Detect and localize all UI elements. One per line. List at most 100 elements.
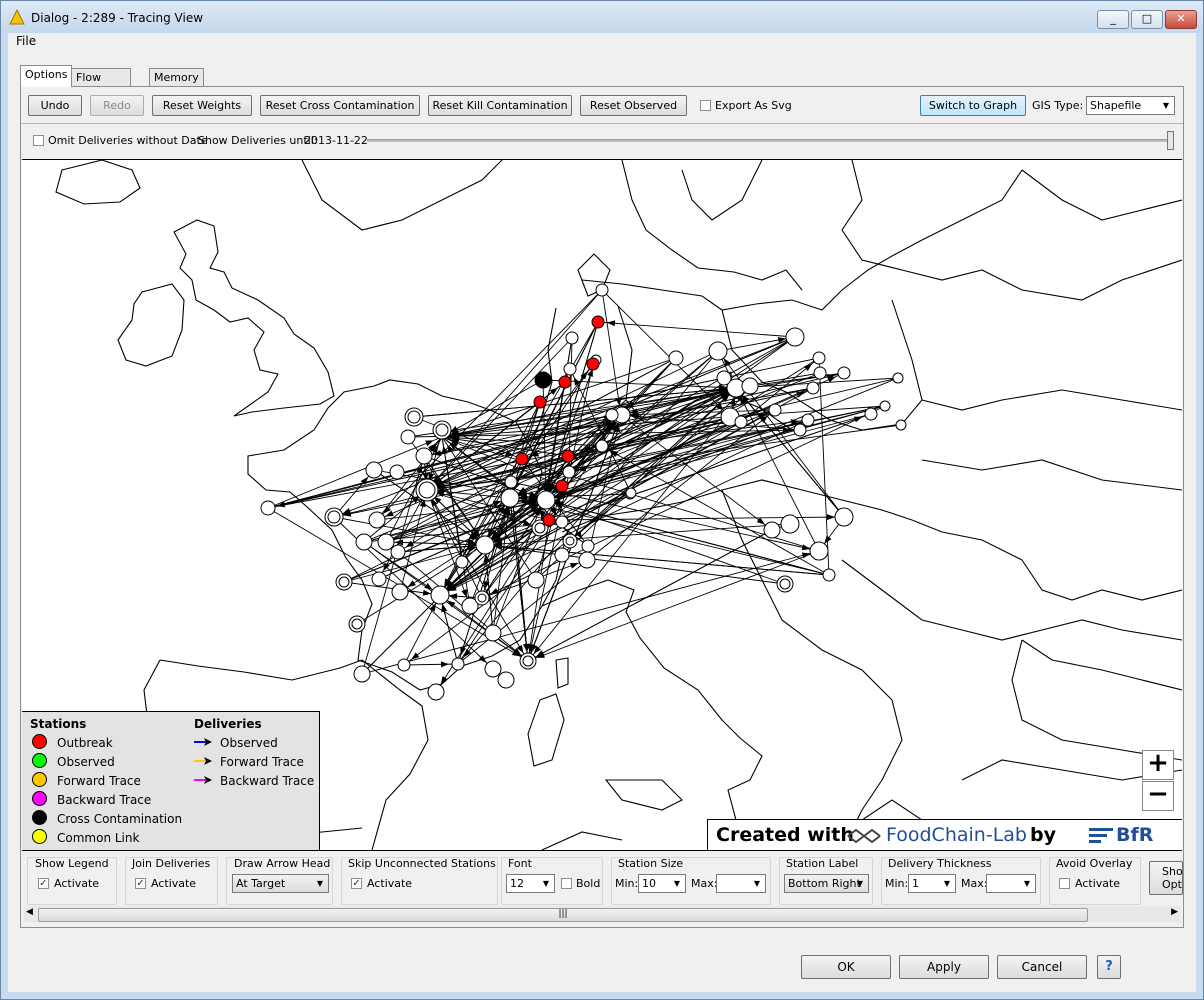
station-node[interactable]	[558, 375, 572, 389]
tab-flow-variables[interactable]: Flow Variables	[71, 68, 132, 101]
station-node[interactable]	[497, 671, 515, 689]
station-node[interactable]	[822, 568, 836, 582]
station-node[interactable]	[536, 490, 556, 510]
station-node[interactable]	[578, 551, 596, 569]
station-node[interactable]	[561, 449, 575, 463]
station-node[interactable]	[371, 571, 387, 587]
station-node[interactable]	[484, 624, 502, 642]
undo-button[interactable]: Undo	[28, 95, 82, 116]
station-node[interactable]	[542, 513, 556, 527]
minimize-button[interactable]: _	[1097, 10, 1129, 29]
station-node[interactable]	[563, 362, 577, 376]
menu-file[interactable]: File	[16, 34, 36, 48]
station-node[interactable]	[813, 366, 827, 380]
show-legend-checkbox[interactable]: ✓	[38, 878, 49, 889]
station-node[interactable]	[554, 547, 570, 563]
font-size-select[interactable]: 12 ▼	[506, 874, 555, 893]
station-node[interactable]	[391, 583, 409, 601]
station-node[interactable]	[427, 683, 445, 701]
zoom-out-button[interactable]: −	[1142, 781, 1174, 811]
station-node[interactable]	[806, 381, 820, 395]
station-node[interactable]	[455, 555, 469, 569]
station-node[interactable]	[780, 514, 800, 534]
station-node[interactable]	[793, 423, 807, 437]
close-button[interactable]: ✕	[1165, 10, 1197, 29]
station-node[interactable]	[668, 350, 684, 366]
draw-arrow-head-select[interactable]: At Target ▼	[232, 874, 329, 893]
station-node[interactable]	[377, 533, 395, 551]
station-label-select[interactable]: Bottom Right ▼	[784, 874, 869, 893]
station-node[interactable]	[625, 487, 637, 499]
station-node[interactable]	[591, 315, 605, 329]
scroll-right-icon[interactable]: ▶	[1171, 907, 1178, 917]
station-node[interactable]	[812, 351, 826, 365]
switch-to-graph-button[interactable]: Switch to Graph	[920, 95, 1026, 116]
tab-options[interactable]: Options	[20, 65, 73, 87]
station-node[interactable]	[768, 403, 782, 417]
station-node[interactable]	[586, 357, 600, 371]
date-slider-thumb[interactable]	[1167, 131, 1174, 150]
station-node[interactable]	[605, 408, 619, 422]
avoid-overlay-checkbox[interactable]	[1059, 878, 1070, 889]
station-node[interactable]	[837, 366, 851, 380]
station-node[interactable]	[741, 377, 759, 395]
reset-cross-contamination-button[interactable]: Reset Cross Contamination	[260, 95, 420, 116]
station-node[interactable]	[763, 521, 781, 539]
station-size-max-select[interactable]: ▼	[716, 874, 766, 893]
date-slider-track[interactable]	[367, 139, 1173, 142]
ok-button[interactable]: OK	[801, 955, 891, 979]
station-node[interactable]	[389, 464, 405, 480]
horizontal-scrollbar[interactable]: ◀ ||| ▶	[24, 906, 1180, 922]
join-deliveries-checkbox[interactable]: ✓	[135, 878, 146, 889]
gis-type-select[interactable]: Shapefile ▼	[1086, 96, 1175, 115]
station-node[interactable]	[355, 533, 373, 551]
station-node[interactable]	[534, 371, 552, 389]
skip-unconnected-checkbox[interactable]: ✓	[351, 878, 362, 889]
omit-deliveries-checkbox[interactable]	[33, 135, 44, 146]
station-node[interactable]	[533, 395, 547, 409]
cancel-button[interactable]: Cancel	[997, 955, 1087, 979]
station-node[interactable]	[895, 419, 907, 431]
station-node[interactable]	[809, 541, 829, 561]
station-node[interactable]	[504, 475, 518, 489]
station-node[interactable]	[475, 535, 495, 555]
station-node[interactable]	[500, 488, 520, 508]
station-node[interactable]	[716, 370, 732, 386]
station-node[interactable]	[708, 341, 728, 361]
maximize-button[interactable]: □	[1131, 10, 1163, 29]
station-node[interactable]	[430, 585, 450, 605]
scroll-left-icon[interactable]: ◀	[26, 907, 33, 917]
apply-button[interactable]: Apply	[899, 955, 989, 979]
station-node[interactable]	[801, 413, 815, 427]
station-node[interactable]	[260, 500, 276, 516]
station-node[interactable]	[834, 507, 854, 527]
reset-weights-button[interactable]: Reset Weights	[152, 95, 252, 116]
station-node[interactable]	[734, 415, 748, 429]
station-node[interactable]	[400, 429, 416, 445]
station-node[interactable]	[515, 452, 529, 466]
station-node[interactable]	[415, 447, 433, 465]
map-view[interactable]: Stations Deliveries Outbreak Observed Fo…	[22, 159, 1182, 851]
station-node[interactable]	[785, 327, 805, 347]
station-node[interactable]	[353, 665, 371, 683]
title-bar[interactable]: Dialog - 2:289 - Tracing View _ □ ✕	[1, 1, 1203, 33]
station-node[interactable]	[451, 657, 465, 671]
station-node[interactable]	[892, 372, 904, 384]
station-node[interactable]	[397, 658, 411, 672]
export-svg-checkbox[interactable]	[700, 100, 711, 111]
station-size-min-select[interactable]: 10 ▼	[638, 874, 686, 893]
show-options-button[interactable]: Sho Opt	[1149, 861, 1183, 895]
delivery-thickness-min-select[interactable]: 1 ▼	[908, 874, 956, 893]
station-node[interactable]	[565, 331, 579, 345]
station-node[interactable]	[527, 571, 545, 589]
station-node[interactable]	[555, 515, 569, 529]
station-node[interactable]	[365, 461, 383, 479]
station-node[interactable]	[879, 400, 891, 412]
station-node[interactable]	[555, 479, 569, 493]
tab-memory-policy[interactable]: Memory Policy	[149, 68, 204, 101]
station-node[interactable]	[562, 465, 576, 479]
zoom-in-button[interactable]: +	[1142, 750, 1174, 780]
delivery-thickness-max-select[interactable]: ▼	[986, 874, 1036, 893]
station-node[interactable]	[595, 439, 609, 453]
redo-button[interactable]: Redo	[90, 95, 144, 116]
